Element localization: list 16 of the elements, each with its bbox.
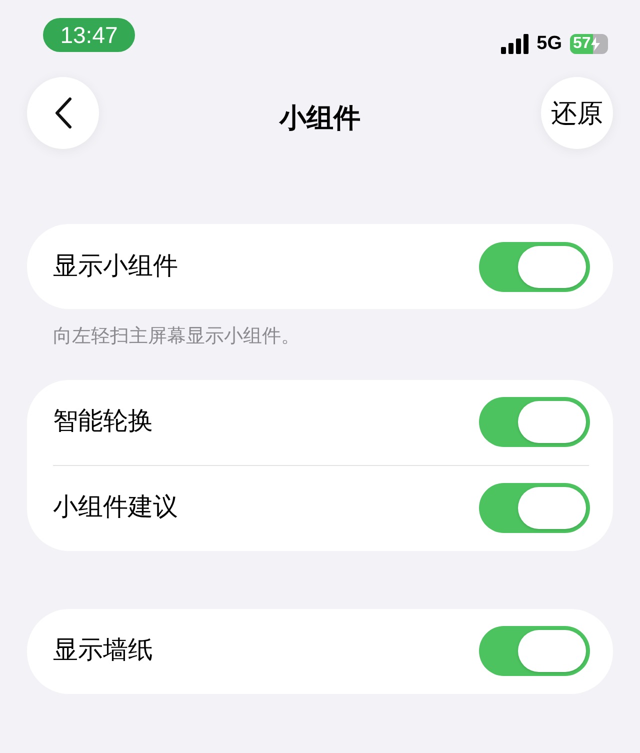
page-title: 小组件 (278, 102, 362, 135)
setting-label: 小组件建议 (53, 492, 178, 524)
signal-icon (500, 34, 529, 54)
toggle-switch[interactable] (479, 397, 590, 447)
setting-label: 显示小组件 (53, 250, 178, 282)
restore-button[interactable]: 还原 (541, 77, 613, 149)
network-label: 5G (536, 32, 562, 56)
setting-label: 显示墙纸 (53, 635, 153, 666)
toggle-switch[interactable] (479, 626, 590, 676)
status-time: 13:47 (43, 18, 135, 52)
toggle-switch[interactable] (479, 483, 590, 533)
setting-label: 智能轮换 (53, 406, 153, 438)
toggle-switch[interactable] (479, 242, 590, 292)
back-icon (54, 97, 72, 129)
battery-icon: 57 (570, 34, 608, 54)
footer-note: 向左轻扫主屏幕显示小组件。 (52, 325, 301, 349)
